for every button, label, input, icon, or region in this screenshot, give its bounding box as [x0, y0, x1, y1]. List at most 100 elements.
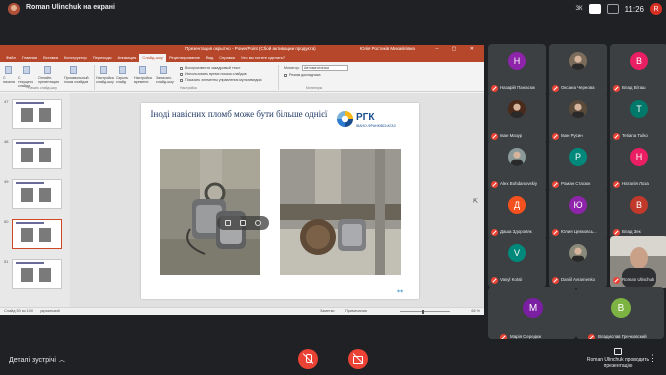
- ppt-tab[interactable]: Вставка: [40, 54, 61, 62]
- participant-tile[interactable]: В Влад Віташ: [610, 44, 666, 96]
- participant-tile[interactable]: T Tetiana Tuiko: [610, 92, 666, 144]
- ppt-tab[interactable]: Что вы хотите сделать?: [238, 54, 288, 62]
- my-avatar[interactable]: R: [650, 3, 662, 15]
- thumbnail-photo: [21, 108, 33, 122]
- participant-tile[interactable]: Daniil Avramenko: [549, 236, 607, 288]
- camera-off-button[interactable]: [348, 349, 368, 369]
- check-narration[interactable]: Воспроизвести закадровый текст: [185, 66, 241, 70]
- participant-tile[interactable]: Оксана Чернова: [549, 44, 607, 96]
- participant-avatar: [569, 244, 587, 262]
- presenter-view-checkbox[interactable]: [284, 74, 287, 77]
- layout-icon[interactable]: [588, 4, 601, 14]
- narration-checkbox[interactable]: [180, 67, 183, 70]
- btn-rehearse[interactable]: Настройка времени: [134, 76, 154, 84]
- participant-tile[interactable]: Alex Bohdanovskiy: [488, 140, 546, 192]
- thumbnail-photo: [21, 268, 33, 282]
- rehearse-icon[interactable]: [139, 66, 146, 74]
- btn-from-start[interactable]: С начала: [3, 76, 17, 84]
- slide-thumbnail[interactable]: [12, 139, 62, 169]
- ppt-tab[interactable]: Анимация: [115, 54, 140, 62]
- participant-avatar: В: [630, 52, 648, 70]
- participant-tile[interactable]: Р Роман Стасюк: [549, 140, 607, 192]
- check-controls[interactable]: Показать элементы управления мультимедиа: [185, 78, 261, 82]
- zoom-slider-track[interactable]: [400, 311, 450, 312]
- from-current-icon[interactable]: [23, 66, 30, 74]
- window-controls[interactable]: – ▢ ✕: [436, 46, 480, 52]
- zoom-level[interactable]: 66 %: [471, 309, 480, 313]
- ppt-tab[interactable]: Рецензирование: [166, 54, 203, 62]
- slide-thumbnail[interactable]: [12, 219, 62, 249]
- slide-thumbnail[interactable]: [12, 99, 62, 129]
- notes-button[interactable]: Заметки: [320, 309, 335, 313]
- mic-off-button[interactable]: [298, 349, 318, 369]
- timings-checkbox[interactable]: [180, 73, 183, 76]
- participant-tile[interactable]: В Влад Зек: [610, 188, 666, 240]
- btn-online[interactable]: Онлайн-презентация: [38, 76, 60, 84]
- participant-tile[interactable]: Ю Юлия Цевковсь...: [549, 188, 607, 240]
- btn-record[interactable]: Записать слайд-шоу: [156, 76, 176, 84]
- hide-slide-icon[interactable]: [119, 66, 126, 74]
- participant-tile[interactable]: Н Наталія Лоза: [610, 140, 666, 192]
- ppt-tab[interactable]: Слайд-шоу: [139, 54, 167, 62]
- fullscreen-icon[interactable]: [606, 4, 619, 14]
- mic-off-icon: [613, 85, 620, 92]
- monitor-select[interactable]: Автоматически: [302, 65, 348, 71]
- participant-avatar: В: [611, 298, 631, 318]
- participant-name: Влад Віташ: [622, 85, 646, 90]
- record-icon[interactable]: [160, 66, 167, 74]
- bottom-bar: Деталі зустрічі ︿ Roman Ulinchuk проводит…: [0, 343, 666, 375]
- ppt-tab[interactable]: Справка: [216, 54, 238, 62]
- participant-name: Марія Середюк: [510, 334, 542, 339]
- mic-off-icon: [552, 133, 559, 140]
- ppt-tab[interactable]: Файл: [3, 54, 19, 62]
- mic-off-icon: [491, 85, 498, 92]
- participant-tile[interactable]: Іван Русин: [549, 92, 607, 144]
- participant-tile[interactable]: М Марія Середюк: [488, 287, 576, 339]
- zoom-slider-knob[interactable]: [422, 309, 424, 314]
- presenter-avatar: [8, 3, 20, 15]
- mic-off-icon: [552, 277, 559, 284]
- comments-button[interactable]: Примечания: [345, 309, 367, 313]
- ppt-tab[interactable]: Вид: [203, 54, 216, 62]
- ppt-ribbon-tabs: Файл Главная Вставка Конструктор Переходы Ани…: [0, 54, 484, 62]
- custom-show-icon[interactable]: [70, 66, 77, 74]
- slide-thumbnail[interactable]: [12, 179, 62, 209]
- seal-photo-right: [280, 149, 401, 275]
- ppt-tab[interactable]: Главная: [19, 54, 40, 62]
- participant-tile[interactable]: В Владислав Гречковский: [576, 287, 664, 339]
- participant-tile[interactable]: Н Назарій Панасюк: [488, 44, 546, 96]
- more-options-icon[interactable]: [255, 220, 262, 226]
- ppt-window-title: Презентация окрытно - PowerPoint (Сбой а…: [185, 46, 316, 51]
- more-options-icon[interactable]: ⋮: [648, 353, 657, 364]
- ppt-tab[interactable]: Переходы: [90, 54, 115, 62]
- presenter-view[interactable]: Режим докладчика: [289, 73, 321, 77]
- participant-avatar: Р: [569, 148, 587, 166]
- controls-checkbox[interactable]: [180, 79, 183, 82]
- slide-thumbnail[interactable]: [12, 259, 62, 289]
- ppt-ribbon: С начала С текущего слайда Онлайн-презен…: [0, 62, 484, 92]
- setup-icon[interactable]: [100, 66, 107, 74]
- participant-tile[interactable]: Д Даша Здоровяк: [488, 188, 546, 240]
- thumbnail-photo: [39, 228, 51, 242]
- presenting-status: Roman Ulinchuk проводить презентацію: [586, 357, 650, 369]
- btn-setup[interactable]: Настройка слайд-шоу: [96, 76, 114, 84]
- check-timings[interactable]: Использовать время показа слайдов: [185, 72, 247, 76]
- participant-tile[interactable]: Roman Ulinchuk: [610, 236, 666, 288]
- mic-off-icon: [613, 229, 620, 236]
- participant-tile[interactable]: V Vasyl Kotsii: [488, 236, 546, 288]
- pin-icon[interactable]: [239, 220, 246, 226]
- meet-floating-toolbar[interactable]: [217, 216, 269, 230]
- from-start-icon[interactable]: [5, 66, 12, 74]
- meeting-details-button[interactable]: Деталі зустрічі ︿: [9, 355, 65, 364]
- btn-custom[interactable]: Произвольный показ слайдов: [64, 76, 90, 84]
- layout-badge[interactable]: ЗК: [575, 6, 582, 12]
- thumbnail-number: 51: [4, 259, 9, 264]
- btn-hide[interactable]: Скрыть слайд: [116, 76, 132, 84]
- minimize-icon[interactable]: [224, 220, 231, 226]
- thumbnail-title: [16, 102, 44, 104]
- participant-tile[interactable]: Іван Мазур: [488, 92, 546, 144]
- online-present-icon[interactable]: [44, 66, 51, 74]
- thumbnail-photo: [39, 188, 51, 202]
- ppt-tab[interactable]: Конструктор: [61, 54, 90, 62]
- present-screen-icon[interactable]: [614, 348, 622, 355]
